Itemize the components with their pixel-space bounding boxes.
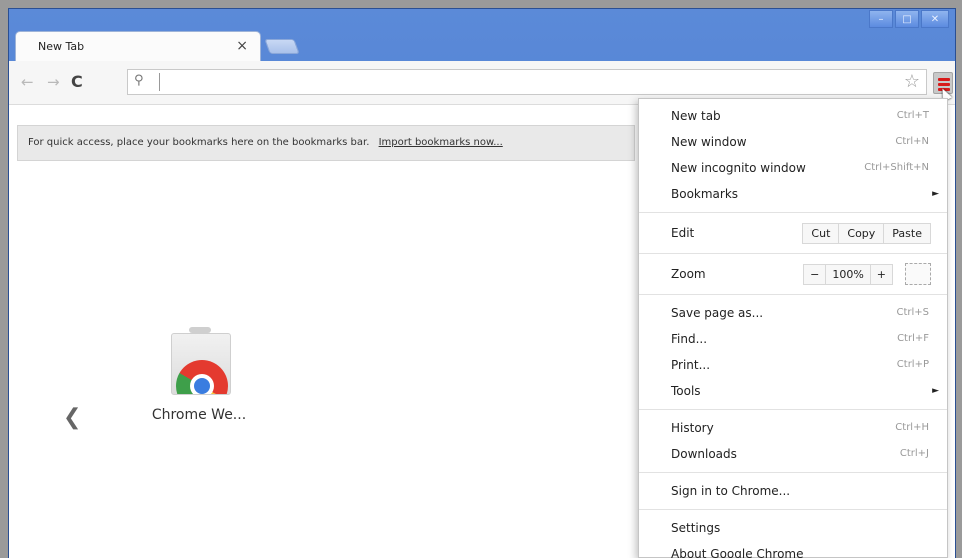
search-icon: ⚲ — [134, 73, 144, 88]
menu-item-tools[interactable]: Tools ► — [639, 378, 947, 404]
omnibox[interactable]: ⚲ ☆ — [127, 69, 927, 95]
menu-item-settings[interactable]: Settings — [639, 515, 947, 541]
edit-button-group: Cut Copy Paste — [802, 222, 931, 244]
zoom-controls: − 100% + — [803, 263, 931, 285]
menu-item-label: New incognito window — [671, 161, 806, 175]
zoom-out-button[interactable]: − — [804, 265, 825, 284]
bookmark-bar-message: For quick access, place your bookmarks h… — [28, 137, 370, 148]
menu-row-edit: Edit Cut Copy Paste — [639, 218, 947, 248]
tab-close-icon[interactable]: × — [236, 38, 248, 54]
text-caret — [159, 73, 160, 91]
menu-item-print[interactable]: Print... Ctrl+P — [639, 352, 947, 378]
import-bookmarks-link[interactable]: Import bookmarks now... — [379, 137, 503, 148]
menu-item-label: History — [671, 421, 714, 435]
close-window-button[interactable]: ✕ — [921, 10, 949, 28]
menu-item-shortcut: Ctrl+F — [897, 333, 929, 344]
menu-item-new-incognito-window[interactable]: New incognito window Ctrl+Shift+N — [639, 155, 947, 181]
menu-item-new-tab[interactable]: New tab Ctrl+T — [639, 103, 947, 129]
forward-arrow-icon[interactable]: → — [47, 73, 60, 91]
menu-separator — [639, 212, 947, 213]
menu-item-about[interactable]: About Google Chrome — [639, 541, 947, 558]
menu-item-shortcut: Ctrl+H — [895, 422, 929, 433]
menu-item-label: Find... — [671, 332, 708, 346]
chrome-dropdown-menu: New tab Ctrl+T New window Ctrl+N New inc… — [638, 98, 948, 558]
menu-separator — [639, 509, 947, 510]
menu-separator — [639, 472, 947, 473]
submenu-arrow-icon: ► — [932, 189, 939, 199]
menu-bar-icon — [938, 78, 950, 81]
menu-separator — [639, 409, 947, 410]
menu-item-label: Settings — [671, 521, 721, 535]
cut-button[interactable]: Cut — [803, 224, 838, 243]
menu-item-new-window[interactable]: New window Ctrl+N — [639, 129, 947, 155]
menu-item-bookmarks[interactable]: Bookmarks ► — [639, 181, 947, 207]
menu-item-shortcut: Ctrl+N — [895, 136, 929, 147]
menu-item-find[interactable]: Find... Ctrl+F — [639, 326, 947, 352]
menu-item-shortcut: Ctrl+P — [896, 359, 929, 370]
previous-page-icon[interactable]: ❮ — [63, 405, 81, 430]
chrome-web-store-icon — [161, 325, 237, 399]
submenu-arrow-icon: ► — [932, 386, 939, 396]
menu-item-save-page[interactable]: Save page as... Ctrl+S — [639, 300, 947, 326]
zoom-level: 100% — [825, 264, 869, 284]
tab-title: New Tab — [38, 40, 85, 53]
menu-item-shortcut: Ctrl+J — [899, 448, 929, 459]
menu-bar-icon — [938, 83, 950, 86]
menu-item-label: Tools — [671, 384, 701, 398]
bookmark-star-icon[interactable]: ☆ — [904, 71, 920, 92]
menu-item-label: About Google Chrome — [671, 547, 804, 558]
menu-item-history[interactable]: History Ctrl+H — [639, 415, 947, 441]
menu-item-label: Zoom — [671, 267, 706, 281]
menu-item-shortcut: Ctrl+Shift+N — [864, 162, 929, 173]
reload-icon[interactable]: C — [71, 72, 83, 91]
app-tile-chrome-web-store[interactable]: Chrome We... — [139, 325, 259, 423]
menu-separator — [639, 253, 947, 254]
bookmark-bar-prompt: For quick access, place your bookmarks h… — [17, 125, 635, 161]
store-bag-icon — [171, 333, 231, 395]
menu-item-label: New tab — [671, 109, 721, 123]
back-arrow-icon[interactable]: ← — [21, 73, 34, 91]
zoom-box: − 100% + — [803, 263, 893, 285]
menu-item-label: Print... — [671, 358, 711, 372]
menu-item-shortcut: Ctrl+T — [896, 110, 929, 121]
omnibox-input[interactable] — [162, 72, 892, 92]
menu-item-label: Save page as... — [671, 306, 764, 320]
menu-item-downloads[interactable]: Downloads Ctrl+J — [639, 441, 947, 467]
menu-item-label: Downloads — [671, 447, 737, 461]
menu-row-zoom: Zoom − 100% + — [639, 259, 947, 289]
menu-item-label: New window — [671, 135, 747, 149]
menu-separator — [639, 294, 947, 295]
window-controls: – □ ✕ — [869, 10, 949, 28]
fullscreen-icon[interactable] — [905, 263, 931, 285]
bag-handle — [189, 327, 211, 333]
menu-item-shortcut: Ctrl+S — [896, 307, 929, 318]
app-label: Chrome We... — [151, 407, 247, 423]
menu-item-label: Bookmarks — [671, 187, 739, 201]
paste-button[interactable]: Paste — [883, 223, 930, 243]
menu-item-label: Sign in to Chrome... — [671, 484, 791, 498]
maximize-button[interactable]: □ — [895, 10, 919, 28]
tab-new-tab[interactable]: New Tab × — [15, 31, 261, 61]
menu-item-sign-in[interactable]: Sign in to Chrome... — [639, 478, 947, 504]
copy-button[interactable]: Copy — [838, 223, 883, 243]
menu-item-label: Edit — [671, 226, 695, 240]
zoom-in-button[interactable]: + — [869, 264, 892, 284]
new-tab-button[interactable] — [264, 39, 300, 54]
chrome-logo-center — [190, 374, 214, 394]
minimize-button[interactable]: – — [869, 10, 893, 28]
